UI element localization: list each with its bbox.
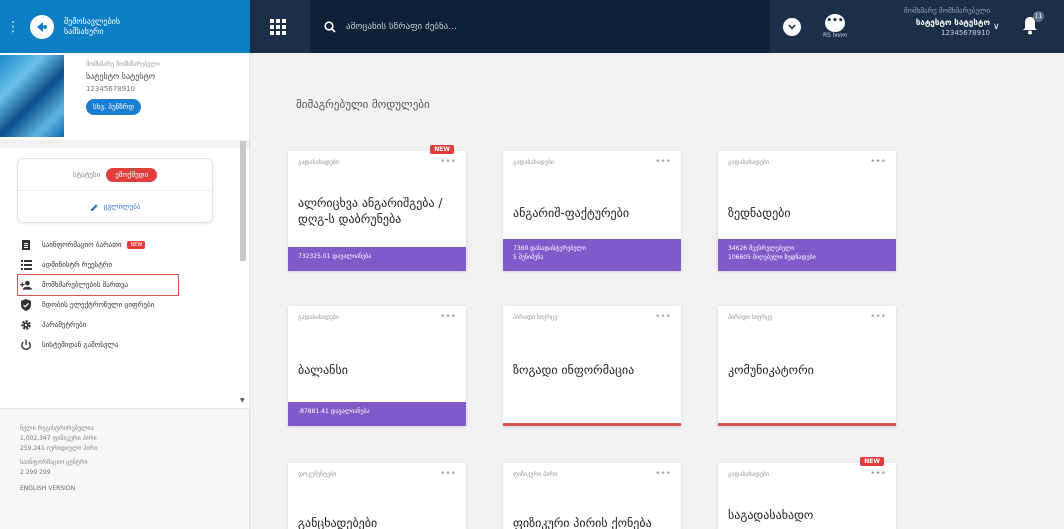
- sidebar: მომხმარე მომხმარებელი სატესტო სატესტო 12…: [0, 53, 250, 529]
- module-card-property[interactable]: ფიზიკური პირი ••• ფიზიკური პირის ქონება: [503, 463, 681, 529]
- grid-icon: [270, 18, 286, 35]
- list-icon: [20, 259, 32, 271]
- card-menu-icon[interactable]: •••: [655, 469, 671, 479]
- module-card-tax[interactable]: NEW გადასახადები ••• საგადასახადო: [718, 457, 896, 529]
- divider: [0, 140, 249, 148]
- sidebar-scrollbar[interactable]: ▼: [240, 141, 246, 404]
- brand-name: შემოსავლების სამსახური: [64, 16, 121, 36]
- shield-icon: [20, 299, 32, 311]
- new-badge: NEW: [127, 241, 146, 249]
- card-menu-icon[interactable]: •••: [440, 312, 456, 322]
- card-footer: 34626 შეუსრულებელი 106605 მიღებული ზედნა…: [718, 239, 896, 271]
- card-menu-icon[interactable]: •••: [655, 312, 671, 322]
- card-menu-icon[interactable]: •••: [440, 157, 456, 167]
- card-menu-icon[interactable]: •••: [655, 157, 671, 167]
- new-badge: NEW: [430, 145, 454, 154]
- more-details-button[interactable]: სხვ. ბუნზრდ: [86, 99, 142, 115]
- gear-icon: [20, 319, 32, 331]
- english-version-link[interactable]: ENGLISH VERSION: [20, 484, 249, 494]
- profile-panel: მომხმარე მომხმარებელი სატესტო სატესტო 12…: [0, 53, 249, 140]
- status-badge[interactable]: ემოქმედი: [106, 167, 158, 182]
- card-menu-icon[interactable]: •••: [870, 469, 886, 479]
- user-chevron-icon[interactable]: ∨: [993, 22, 1000, 32]
- sidebar-item-trusted-certificates[interactable]: ნდობის ელექტრონული ციფრები: [20, 295, 249, 315]
- scrollbar-thumb[interactable]: [240, 141, 246, 261]
- sidebar-footer: ნელი რეგისტრირებულია 1,002,347 ფიზიკური …: [0, 408, 249, 529]
- profile-info: მომხმარე მომხმარებელი სატესტო სატესტო 12…: [86, 55, 160, 140]
- card-bottom-bar: [718, 423, 896, 426]
- module-card-accounting[interactable]: NEW გადასახადები ••• ალრიცხვა ანგარიშგებ…: [288, 145, 466, 271]
- notification-count-badge: 11: [1033, 11, 1044, 22]
- sidebar-item-user-management[interactable]: მომხმარებლების მართვა: [17, 274, 179, 296]
- module-card-communicator[interactable]: პირადი სივრცე ••• კომუნიკატორი: [718, 306, 896, 426]
- module-card-balance[interactable]: გადასახადები ••• ბალანსი -87881.41 დავალ…: [288, 306, 466, 426]
- card-menu-icon[interactable]: •••: [870, 157, 886, 167]
- dropdown-button[interactable]: [783, 17, 801, 36]
- new-badge: NEW: [860, 457, 884, 466]
- search-bar: [310, 0, 770, 53]
- apps-grid-button[interactable]: [250, 0, 306, 53]
- scroll-down-arrow-icon[interactable]: ▼: [240, 397, 245, 404]
- pencil-icon: [90, 203, 98, 211]
- sidebar-item-registry[interactable]: ადმინისტრ რეესტრი: [20, 255, 249, 275]
- card-footer: 732325.01 დავალიანება: [288, 247, 466, 271]
- rs-chat-button[interactable]: ••• RS ნიიო: [823, 14, 847, 39]
- brand-area: ⋮ შემოსავლების სამსახური: [0, 0, 250, 53]
- chevron-down-icon: [788, 24, 796, 30]
- module-card-applications[interactable]: დოკუმენტები ••• განცხადებები: [288, 463, 466, 529]
- module-card-general-info[interactable]: პირადი სივრცე ••• ზოგადი ინფორმაცია: [503, 306, 681, 426]
- add-user-icon: [20, 279, 32, 291]
- vertical-dots-icon[interactable]: ⋮: [6, 20, 20, 34]
- status-card: სტატუსი ემოქმედი ცვლილება: [17, 158, 213, 223]
- card-bottom-bar: [503, 423, 681, 426]
- sidebar-item-logout[interactable]: სისტემიდან გამოსვლა: [20, 335, 249, 355]
- chat-icon: •••: [824, 14, 845, 32]
- page-title: მიმაგრებული მოდულები: [296, 98, 430, 111]
- card-footer: -87881.41 დავალიანება: [288, 402, 466, 426]
- module-card-waybills[interactable]: გადასახადები ••• ზედნადები 34626 შეუსრულ…: [718, 151, 896, 271]
- status-row: სტატუსი ემოქმედი: [18, 159, 212, 191]
- header-actions: ••• RS ნიიო: [775, 0, 847, 53]
- sidebar-nav: საინფორმაციო ბარათი NEW ადმინისტრ რეესტრ…: [0, 235, 249, 355]
- user-menu[interactable]: მომხმარე მომხმარებელი სატესტო სატესტო 12…: [876, 6, 990, 39]
- sidebar-item-info-card[interactable]: საინფორმაციო ბარათი NEW: [20, 235, 249, 255]
- document-icon: [20, 239, 32, 251]
- search-icon[interactable]: [324, 20, 336, 33]
- rs-logo[interactable]: [30, 14, 54, 39]
- card-menu-icon[interactable]: •••: [870, 312, 886, 322]
- search-input[interactable]: [346, 21, 726, 32]
- sidebar-item-settings[interactable]: პარამეტრები: [20, 315, 249, 335]
- power-icon: [20, 339, 32, 351]
- card-footer: 7360 დასადასტურებელი 5 შენიშვნა: [503, 239, 681, 271]
- edit-status-button[interactable]: ცვლილება: [18, 191, 212, 223]
- avatar: [0, 55, 64, 137]
- card-menu-icon[interactable]: •••: [440, 469, 456, 479]
- module-card-invoices[interactable]: გადასახადები ••• ანგარიშ-ფაქტურები 7360 …: [503, 151, 681, 271]
